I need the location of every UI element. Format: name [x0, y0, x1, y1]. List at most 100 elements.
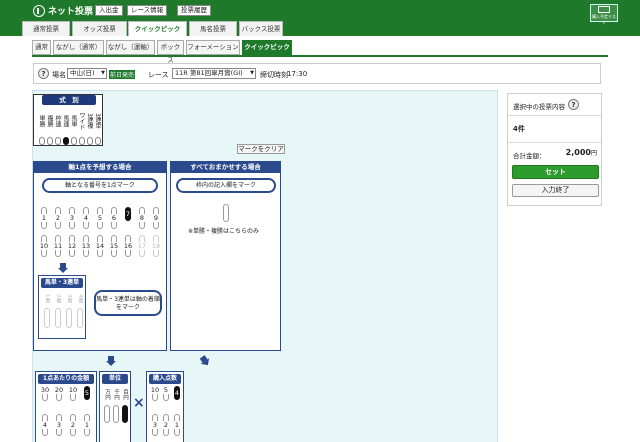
purchase_panel-bottom-mark[interactable]: 3 [150, 414, 160, 436]
bet-type-mark [63, 137, 69, 145]
purchase_panel-bottom-mark[interactable]: 1 [172, 414, 182, 436]
subtab-nagashi-axis[interactable]: ながし（運軸） [106, 40, 155, 55]
horse-number-label: 7 [125, 210, 131, 218]
bet-type-option[interactable]: 馬連 [62, 107, 70, 145]
purchase_panel-top-mark[interactable]: 5 [161, 386, 171, 401]
horse-number-mark[interactable]: 3 [67, 207, 77, 229]
horse-number-mark[interactable]: 13 [81, 235, 91, 257]
horse-number-mark[interactable]: 14 [95, 235, 105, 257]
bet-type-mark [79, 137, 85, 145]
purchase_panel-top-mark[interactable]: 10 [150, 386, 160, 401]
finish-order-mark[interactable]: 2着 [53, 291, 63, 328]
horse-number-mark[interactable]: 11 [53, 235, 63, 257]
race-value: 11R 第81回皐月賞(GI) [175, 69, 243, 77]
amount_panel-bottom-mark[interactable]: 1 [82, 414, 92, 436]
axis-panel: 軸1点を予想する場合 軸となる番号を1点マーク 1 2 3 4 5 6 7 8 9 10 11 12 1… [33, 161, 167, 351]
horse-number-label: 15 [109, 242, 119, 250]
tab-normal[interactable]: 通常投票 [22, 21, 70, 36]
bet-type-option[interactable]: 3連単 [94, 107, 102, 145]
app-logo[interactable]: ネット投票 [33, 4, 93, 17]
horse-number-mark[interactable]: 8 [137, 207, 147, 229]
race-selector-bar: ? 場名 中山(日) ▼ 前日発売 レース 11R 第81回皐月賞(GI) ▼ … [33, 63, 601, 84]
horse-number-label: 16 [123, 242, 133, 250]
amount_panel-top-mark[interactable]: 30 [40, 386, 50, 401]
purchase_panel-top-label: 10 [150, 386, 160, 394]
finish-order-panel: 馬単・3連単 1着 2着 3着 4着 [38, 275, 86, 339]
horse-number-mark[interactable]: 6 [109, 207, 119, 229]
horse-number-mark[interactable]: 15 [109, 235, 119, 257]
amount_panel-top-mark[interactable]: 20 [54, 386, 64, 401]
help-icon[interactable]: ? [38, 68, 49, 79]
unit-mark[interactable]: 百円 [120, 386, 130, 423]
horse-number-mark[interactable]: 9 [151, 207, 161, 229]
bet-type-option[interactable]: 単勝 [38, 107, 46, 145]
bet-type-option[interactable]: 3連複 [86, 107, 94, 145]
amount_panel-bottom-mark[interactable]: 2 [68, 414, 78, 436]
purchase_panel-top-label: 5 [163, 386, 169, 394]
amount_panel-top-label: 30 [40, 386, 50, 394]
subtab-normal[interactable]: 通常 [32, 40, 51, 55]
amount_panel-top-label: 5 [84, 389, 90, 397]
amount_panel-bottom-mark[interactable]: 3 [54, 414, 64, 436]
purchase_panel-bottom-mark[interactable]: 2 [161, 414, 171, 436]
tab-odds[interactable]: オッズ投票 [72, 21, 127, 36]
horse-number-mark[interactable]: 10 [39, 235, 49, 257]
tab-quickpick[interactable]: クイックピック [128, 21, 187, 36]
omakase-mark[interactable] [221, 204, 231, 222]
amount_panel-top-mark[interactable]: 10 [68, 386, 78, 401]
omakase-panel: すべておまかせする場合 枠内の記入欄をマーク ※単勝・複勝はこちらのみ [170, 161, 281, 351]
horse-number-label: 10 [39, 242, 49, 250]
set-button[interactable]: セット [512, 165, 599, 179]
horse-number-label: 3 [69, 214, 75, 222]
tab-backs[interactable]: バックス投票 [239, 21, 283, 36]
horse-number-mark: 17 [137, 235, 147, 257]
bet-type-mark [39, 137, 45, 145]
help-icon[interactable]: ? [568, 99, 579, 110]
purchase_panel-top-mark[interactable]: 4 [172, 386, 182, 400]
bet-type-label: 枠連 [54, 115, 61, 127]
finish-order-label: 2着 [55, 293, 61, 303]
horse-number-mark[interactable]: 2 [53, 207, 63, 229]
finish-order-mark[interactable]: 3着 [64, 291, 74, 328]
axis-panel-title: 軸1点を予想する場合 [34, 162, 166, 173]
horse-number-mark[interactable]: 12 [67, 235, 77, 257]
horse-number-label: 8 [139, 214, 145, 222]
subtab-nagashi[interactable]: ながし（通常） [53, 40, 104, 55]
amount_panel-bottom-mark[interactable]: 4 [40, 414, 50, 436]
unit-label: 万円 [104, 388, 110, 400]
purchase-list-button[interactable]: 購入予定リスト [590, 4, 618, 25]
venue-select[interactable]: 中山(日) ▼ [67, 68, 107, 79]
bet-method-tabs: 通常 ながし（通常） ながし（運軸） ボックス フォーメーション クイックピック [32, 40, 608, 64]
bet-type-option[interactable]: ワイド [78, 107, 86, 145]
horse-number-label: 17 [137, 242, 147, 250]
omakase-instruction-bubble: 枠内の記入欄をマーク [176, 178, 276, 193]
horse-number-mark[interactable]: 5 [95, 207, 105, 229]
amount_panel-bottom-label: 3 [56, 421, 62, 429]
bet-type-option[interactable]: 枠連 [54, 107, 62, 145]
deposit-button[interactable]: 入出金 [95, 5, 123, 16]
finish-input-button[interactable]: 入力終了 [512, 184, 599, 197]
horse-number-mark[interactable]: 4 [81, 207, 91, 229]
subtab-quickpick[interactable]: クイックピック [242, 40, 292, 55]
clear-marks-button[interactable]: マークをクリア [237, 144, 285, 154]
arrow-down-icon [198, 354, 212, 368]
app-header: ネット投票 入出金 レース情報 投票履歴 購入予定リスト 通常投票 オッズ投票 … [0, 0, 640, 36]
finish-order-mark[interactable]: 4着 [75, 291, 85, 328]
amount_panel-top-mark[interactable]: 5 [82, 386, 92, 400]
bet-type-label: 馬単 [70, 115, 77, 127]
purchase_panel-bottom-label: 2 [163, 421, 169, 429]
race-info-button[interactable]: レース情報 [127, 5, 168, 16]
horse-number-mark[interactable]: 16 [123, 235, 133, 257]
finish-order-mark[interactable]: 1着 [42, 291, 52, 328]
race-select[interactable]: 11R 第81回皐月賞(GI) ▼ [172, 68, 256, 79]
subtab-box[interactable]: ボックス [157, 40, 184, 64]
bet-type-option[interactable]: 馬単 [70, 107, 78, 145]
history-button[interactable]: 投票履歴 [177, 5, 211, 16]
tab-horse-name[interactable]: 馬名投票 [189, 21, 237, 36]
horse-number-mark[interactable]: 7 [123, 207, 133, 221]
subtab-formation[interactable]: フォーメーション [186, 40, 240, 55]
amount_panel-bottom-label: 1 [84, 421, 90, 429]
horse-number-mark[interactable]: 1 [39, 207, 49, 229]
bet-type-option[interactable]: 複勝 [46, 107, 54, 145]
sale-badge: 前日発売 [109, 70, 136, 79]
